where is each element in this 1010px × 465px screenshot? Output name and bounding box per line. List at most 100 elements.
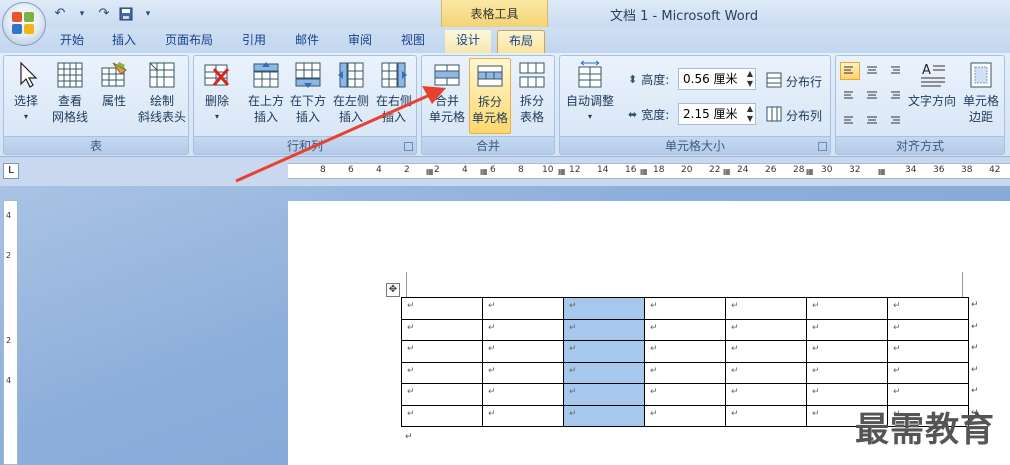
tab-insert[interactable]: 插入 bbox=[104, 30, 144, 53]
insert-left-button[interactable]: 在左侧 插入 bbox=[331, 60, 371, 125]
tab-view[interactable]: 视图 bbox=[393, 30, 433, 53]
align-middle-center-icon[interactable] bbox=[862, 86, 882, 104]
properties-button[interactable]: 属性 bbox=[96, 60, 132, 109]
view-gridlines-button[interactable]: 查看 网格线 bbox=[48, 60, 92, 125]
table-cell[interactable]: ↵ bbox=[401, 404, 483, 427]
column-marker-icon[interactable]: ▦ bbox=[640, 167, 648, 176]
dialog-launcher-icon[interactable] bbox=[818, 142, 827, 151]
insert-below-button[interactable]: 在下方 插入 bbox=[288, 60, 328, 125]
column-marker-icon[interactable]: ▦ bbox=[723, 167, 731, 176]
table-cell[interactable]: ↵ bbox=[482, 361, 564, 384]
align-bottom-center-icon[interactable] bbox=[862, 110, 882, 128]
insert-above-button[interactable]: 在上方 插入 bbox=[246, 60, 286, 125]
tab-page-layout[interactable]: 页面布局 bbox=[157, 30, 221, 53]
column-marker-icon[interactable]: ▦ bbox=[480, 167, 488, 176]
table-cell[interactable]: ↵ bbox=[401, 340, 483, 363]
tab-selector[interactable]: L bbox=[3, 163, 19, 179]
table-move-handle-icon[interactable]: ✥ bbox=[386, 283, 400, 297]
insert-right-button[interactable]: 在右侧 插入 bbox=[374, 60, 414, 125]
align-top-left-icon[interactable] bbox=[840, 62, 860, 80]
table-cell[interactable]: ↵ bbox=[563, 340, 645, 363]
table-cell[interactable]: ↵ bbox=[482, 383, 564, 406]
table-cell[interactable]: ↵ bbox=[563, 361, 645, 384]
row-end-mark: ↵ bbox=[971, 300, 979, 310]
align-middle-left-icon[interactable] bbox=[840, 86, 860, 104]
table-cell[interactable]: ↵ bbox=[644, 318, 726, 341]
align-middle-right-icon[interactable] bbox=[884, 86, 904, 104]
table-cell[interactable]: ↵ bbox=[806, 361, 888, 384]
tab-review[interactable]: 审阅 bbox=[340, 30, 380, 53]
dialog-launcher-icon[interactable] bbox=[404, 142, 413, 151]
table-cell[interactable]: ↵ bbox=[563, 383, 645, 406]
repeat-icon[interactable]: ↷ bbox=[94, 4, 114, 23]
table-cell[interactable]: ↵ bbox=[887, 297, 969, 320]
table-cell[interactable]: ↵ bbox=[563, 404, 645, 427]
table-cell[interactable]: ↵ bbox=[725, 340, 807, 363]
office-logo-icon bbox=[12, 12, 36, 36]
delete-button[interactable]: 删除 ▾ bbox=[200, 60, 234, 125]
merge-cells-button[interactable]: 合并 单元格 bbox=[426, 60, 468, 125]
tab-layout[interactable]: 布局 bbox=[497, 30, 545, 53]
spin-arrows-icon[interactable]: ▲ ▼ bbox=[747, 69, 753, 89]
cell-margins-button[interactable]: 单元格 边距 bbox=[960, 60, 1002, 125]
table-cell[interactable]: ↵ bbox=[887, 318, 969, 341]
autofit-button[interactable]: 自动调整 ▾ bbox=[562, 60, 618, 125]
table-cell[interactable]: ↵ bbox=[563, 297, 645, 320]
spin-arrows-icon[interactable]: ▲ ▼ bbox=[747, 104, 753, 124]
split-cells-button[interactable]: 拆分 单元格 bbox=[469, 58, 511, 134]
row-height-input[interactable]: 0.56 厘米 ▲ ▼ bbox=[678, 68, 756, 90]
distribute-rows-button[interactable]: 分布行 bbox=[766, 72, 822, 91]
table-cell[interactable]: ↵ bbox=[725, 318, 807, 341]
draw-diagonal-header-button[interactable]: 绘制 斜线表头 bbox=[136, 60, 188, 125]
table-cell[interactable]: ↵ bbox=[482, 297, 564, 320]
table-cell[interactable]: ↵ bbox=[806, 340, 888, 363]
table-cell[interactable]: ↵ bbox=[644, 361, 726, 384]
align-top-right-icon[interactable] bbox=[884, 62, 904, 80]
table-cell[interactable]: ↵ bbox=[644, 383, 726, 406]
distribute-columns-button[interactable]: 分布列 bbox=[766, 106, 822, 125]
undo-icon[interactable]: ↶ bbox=[50, 4, 70, 23]
table-cell[interactable]: ↵ bbox=[401, 383, 483, 406]
table-cell[interactable]: ↵ bbox=[725, 361, 807, 384]
column-marker-icon[interactable]: ▦ bbox=[806, 167, 814, 176]
save-icon[interactable] bbox=[116, 4, 136, 23]
column-marker-icon[interactable]: ▦ bbox=[878, 167, 886, 176]
chevron-down-icon: ▾ bbox=[214, 112, 219, 121]
table-cell[interactable]: ↵ bbox=[644, 340, 726, 363]
column-marker-icon[interactable]: ▦ bbox=[426, 167, 434, 176]
table-cell[interactable]: ↵ bbox=[644, 297, 726, 320]
column-width-input[interactable]: 2.15 厘米 ▲ ▼ bbox=[678, 103, 756, 125]
align-bottom-left-icon[interactable] bbox=[840, 110, 860, 128]
tab-design[interactable]: 设计 bbox=[445, 30, 491, 53]
table-cell[interactable]: ↵ bbox=[401, 297, 483, 320]
table-cell[interactable]: ↵ bbox=[725, 404, 807, 427]
tab-home[interactable]: 开始 bbox=[52, 30, 92, 53]
table-cell[interactable]: ↵ bbox=[401, 318, 483, 341]
table-cell[interactable]: ↵ bbox=[887, 340, 969, 363]
split-table-button[interactable]: 拆分 表格 bbox=[512, 60, 552, 125]
distribute-columns-icon bbox=[766, 106, 782, 125]
column-marker-icon[interactable]: ▦ bbox=[558, 167, 566, 176]
table-cell[interactable]: ↵ bbox=[806, 297, 888, 320]
align-bottom-right-icon[interactable] bbox=[884, 110, 904, 128]
table-cell[interactable]: ↵ bbox=[725, 297, 807, 320]
table-cell[interactable]: ↵ bbox=[401, 361, 483, 384]
table-cell[interactable]: ↵ bbox=[563, 318, 645, 341]
table-cell[interactable]: ↵ bbox=[482, 318, 564, 341]
table-cell[interactable]: ↵ bbox=[725, 383, 807, 406]
select-button[interactable]: 选择 ▾ bbox=[9, 60, 43, 125]
office-button[interactable] bbox=[2, 2, 46, 46]
horizontal-ruler[interactable]: 8 6 4 2 ▦ 2 4 ▦ 6 8 10 ▦ 12 14 16 ▦ 18 2… bbox=[288, 163, 1010, 179]
table-cell[interactable]: ↵ bbox=[644, 404, 726, 427]
tab-references[interactable]: 引用 bbox=[234, 30, 274, 53]
customize-qat-icon[interactable]: ▾ bbox=[138, 4, 158, 23]
table-cell[interactable]: ↵ bbox=[482, 404, 564, 427]
align-top-center-icon[interactable] bbox=[862, 62, 882, 80]
table-cell[interactable]: ↵ bbox=[887, 361, 969, 384]
text-direction-button[interactable]: A 文字方向 bbox=[906, 60, 958, 109]
redo-icon[interactable]: ▾ bbox=[72, 4, 92, 23]
table-cell[interactable]: ↵ bbox=[806, 318, 888, 341]
table-cell[interactable]: ↵ bbox=[482, 340, 564, 363]
tab-mailings[interactable]: 邮件 bbox=[287, 30, 327, 53]
vertical-ruler[interactable]: 4 2 2 4 bbox=[3, 200, 18, 465]
